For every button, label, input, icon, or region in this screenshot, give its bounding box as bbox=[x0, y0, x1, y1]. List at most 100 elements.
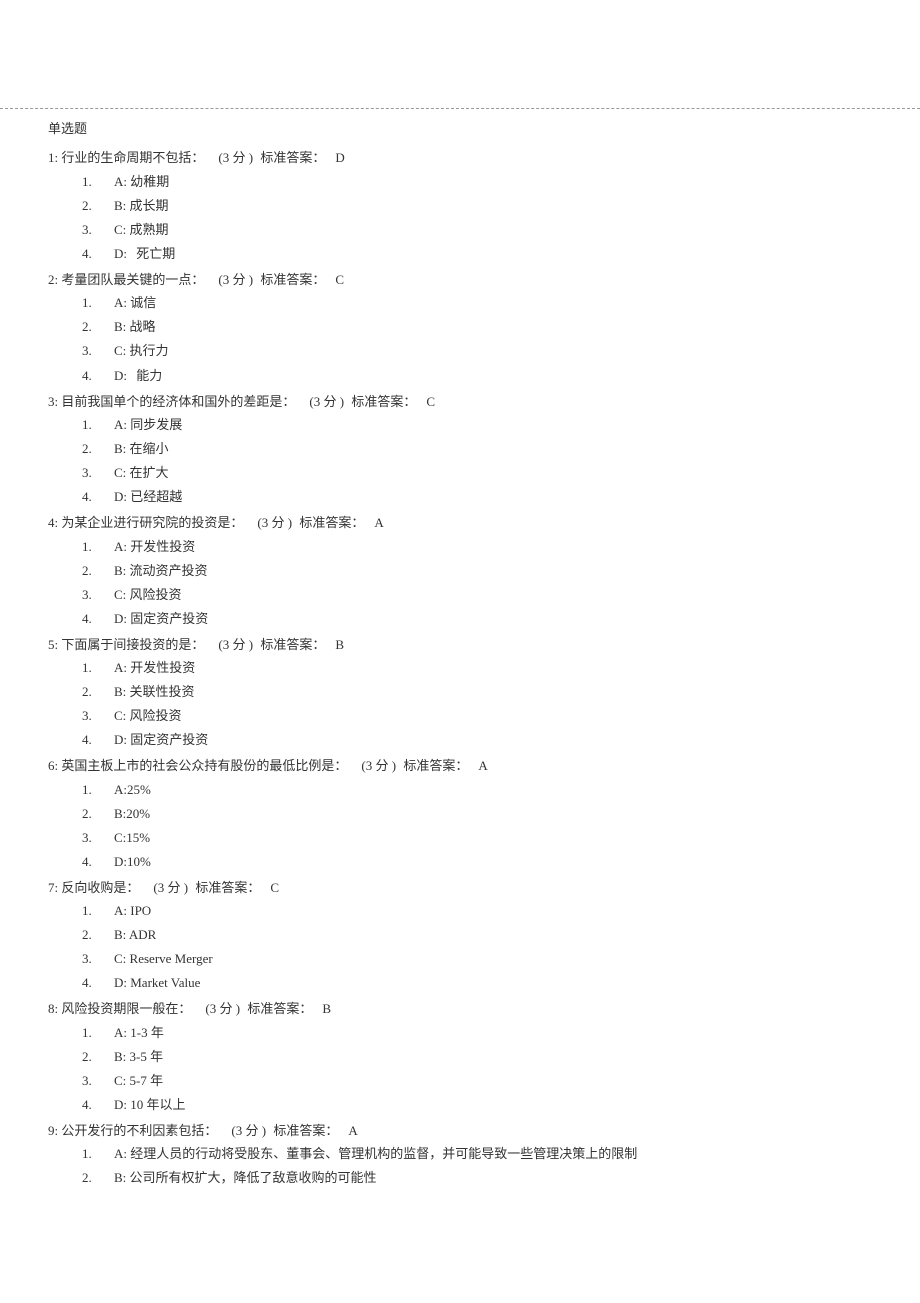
option-number: 4. bbox=[82, 242, 100, 266]
option-text: 能力 bbox=[133, 368, 162, 383]
option-row: 1.A: 经理人员的行动将受股东、董事会、管理机构的监督，并可能导致一些管理决策… bbox=[82, 1142, 872, 1166]
option-number: 2. bbox=[82, 802, 100, 826]
question-number: 7: bbox=[48, 880, 58, 895]
option-letter: A: bbox=[114, 782, 127, 797]
option-letter: D: bbox=[114, 611, 127, 626]
option-text: 在扩大 bbox=[126, 465, 168, 480]
option-row: 3.C: 在扩大 bbox=[82, 461, 872, 485]
option-number: 3. bbox=[82, 461, 100, 485]
options-list: 1.A: 幼稚期2.B: 成长期3.C: 成熟期4.D: 死亡期 bbox=[48, 170, 872, 266]
question: 9: 公开发行的不利因素包括：(3 分 ) 标准答案：A1.A: 经理人员的行动… bbox=[48, 1119, 872, 1190]
question: 5: 下面属于间接投资的是：(3 分 ) 标准答案：B1.A: 开发性投资2.B… bbox=[48, 633, 872, 753]
option-number: 2. bbox=[82, 1045, 100, 1069]
answer-value: C bbox=[335, 272, 344, 287]
option-number: 4. bbox=[82, 485, 100, 509]
option-text: 15% bbox=[126, 830, 150, 845]
option-text: 10% bbox=[127, 854, 151, 869]
option-row: 2.B: 公司所有权扩大，降低了敌意收购的可能性 bbox=[82, 1166, 872, 1190]
answer-label: 标准答案： bbox=[348, 394, 416, 409]
option-row: 1.A: 诚信 bbox=[82, 291, 872, 315]
question-score: (3 分 ) bbox=[205, 1001, 240, 1016]
answer-label: 标准答案： bbox=[257, 150, 325, 165]
question: 4: 为某企业进行研究院的投资是：(3 分 ) 标准答案：A1.A: 开发性投资… bbox=[48, 511, 872, 631]
option-row: 4.D: 已经超越 bbox=[82, 485, 872, 509]
page-divider bbox=[0, 108, 920, 109]
option-row: 1. A: 开发性投资 bbox=[82, 656, 872, 680]
question-score: (3 分 ) bbox=[153, 880, 188, 895]
option-number: 3. bbox=[82, 339, 100, 363]
option-row: 3.C: 风险投资 bbox=[82, 704, 872, 728]
option-letter: A: bbox=[114, 660, 127, 675]
option-text: IPO bbox=[127, 903, 151, 918]
option-number: 1. bbox=[82, 899, 100, 923]
question-stem: 风险投资期限一般在： bbox=[58, 1001, 191, 1016]
option-letter: C: bbox=[114, 951, 126, 966]
question-number: 2: bbox=[48, 272, 58, 287]
option-letter: B: bbox=[114, 1170, 126, 1185]
option-letter: A: bbox=[114, 903, 127, 918]
option-text: 公司所有权扩大，降低了敌意收购的可能性 bbox=[126, 1170, 376, 1185]
option-text: Market Value bbox=[127, 975, 200, 990]
option-number: 4. bbox=[82, 607, 100, 631]
option-number: 1. bbox=[82, 535, 100, 559]
option-letter: B: bbox=[114, 684, 126, 699]
answer-label: 标准答案： bbox=[400, 758, 468, 773]
option-text: 开发性投资 bbox=[127, 660, 195, 675]
option-text: 10 年以上 bbox=[127, 1097, 186, 1112]
option-row: 4.D: 固定资产投资 bbox=[82, 728, 872, 752]
option-text: 1-3 年 bbox=[127, 1025, 164, 1040]
question-text: 2: 考量团队最关键的一点：(3 分 ) 标准答案：C bbox=[48, 268, 872, 291]
option-row: 1.A: 幼稚期 bbox=[82, 170, 872, 194]
question-text: 4: 为某企业进行研究院的投资是：(3 分 ) 标准答案：A bbox=[48, 511, 872, 534]
answer-value: B bbox=[322, 1001, 331, 1016]
option-row: 3.C: 5-7 年 bbox=[82, 1069, 872, 1093]
option-letter: D: bbox=[114, 246, 127, 261]
option-letter: C: bbox=[114, 830, 126, 845]
option-row: 3.C: 成熟期 bbox=[82, 218, 872, 242]
option-number: 3. bbox=[82, 704, 100, 728]
option-letter: B: bbox=[114, 927, 126, 942]
answer-value: A bbox=[374, 515, 383, 530]
question-number: 4: bbox=[48, 515, 58, 530]
question-number: 9: bbox=[48, 1123, 58, 1138]
option-row: 3. C:15% bbox=[82, 826, 872, 850]
options-list: 1.A:25%2.B:20%3.C:15%4.D:10% bbox=[48, 778, 872, 874]
question-stem: 下面属于间接投资的是： bbox=[58, 637, 204, 652]
option-letter: A: bbox=[114, 1146, 127, 1161]
question: 2: 考量团队最关键的一点：(3 分 ) 标准答案：C1.A: 诚信2.B: 战… bbox=[48, 268, 872, 388]
options-list: 1.A: 1-3 年2.B: 3-5 年3.C: 5-7 年4.D: 10 年以… bbox=[48, 1021, 872, 1117]
section-title: 单选题 bbox=[48, 117, 872, 140]
option-row: 1.A: 1-3 年 bbox=[82, 1021, 872, 1045]
option-number: 1. bbox=[82, 1021, 100, 1045]
option-row: 1. A: IPO bbox=[82, 899, 872, 923]
answer-value: A bbox=[478, 758, 487, 773]
question-stem: 反向收购是： bbox=[58, 880, 139, 895]
option-row: 2.B: ADR bbox=[82, 923, 872, 947]
option-letter: C: bbox=[114, 587, 126, 602]
option-letter: A: bbox=[114, 174, 127, 189]
question-score: (3 分 ) bbox=[218, 637, 253, 652]
option-number: 3. bbox=[82, 218, 100, 242]
option-letter: D: bbox=[114, 854, 127, 869]
option-letter: B: bbox=[114, 198, 126, 213]
question-stem: 行业的生命周期不包括： bbox=[58, 150, 204, 165]
answer-value: C bbox=[426, 394, 435, 409]
document-content: 单选题 1: 行业的生命周期不包括：(3 分 ) 标准答案：D1.A: 幼稚期2… bbox=[0, 117, 920, 1233]
option-number: 1. bbox=[82, 656, 100, 680]
option-row: 4.D:10% bbox=[82, 850, 872, 874]
answer-label: 标准答案： bbox=[270, 1123, 338, 1138]
option-text: ADR bbox=[126, 927, 156, 942]
option-letter: C: bbox=[114, 708, 126, 723]
option-row: 2. B:20% bbox=[82, 802, 872, 826]
option-letter: A: bbox=[114, 539, 127, 554]
option-number: 3. bbox=[82, 1069, 100, 1093]
option-number: 3. bbox=[82, 826, 100, 850]
question-score: (3 分 ) bbox=[309, 394, 344, 409]
option-text: 20% bbox=[126, 806, 150, 821]
question-stem: 为某企业进行研究院的投资是： bbox=[58, 515, 243, 530]
question-score: (3 分 ) bbox=[231, 1123, 266, 1138]
option-number: 4. bbox=[82, 364, 100, 388]
option-row: 2.B: 关联性投资 bbox=[82, 680, 872, 704]
question-score: (3 分 ) bbox=[361, 758, 396, 773]
option-letter: B: bbox=[114, 806, 126, 821]
